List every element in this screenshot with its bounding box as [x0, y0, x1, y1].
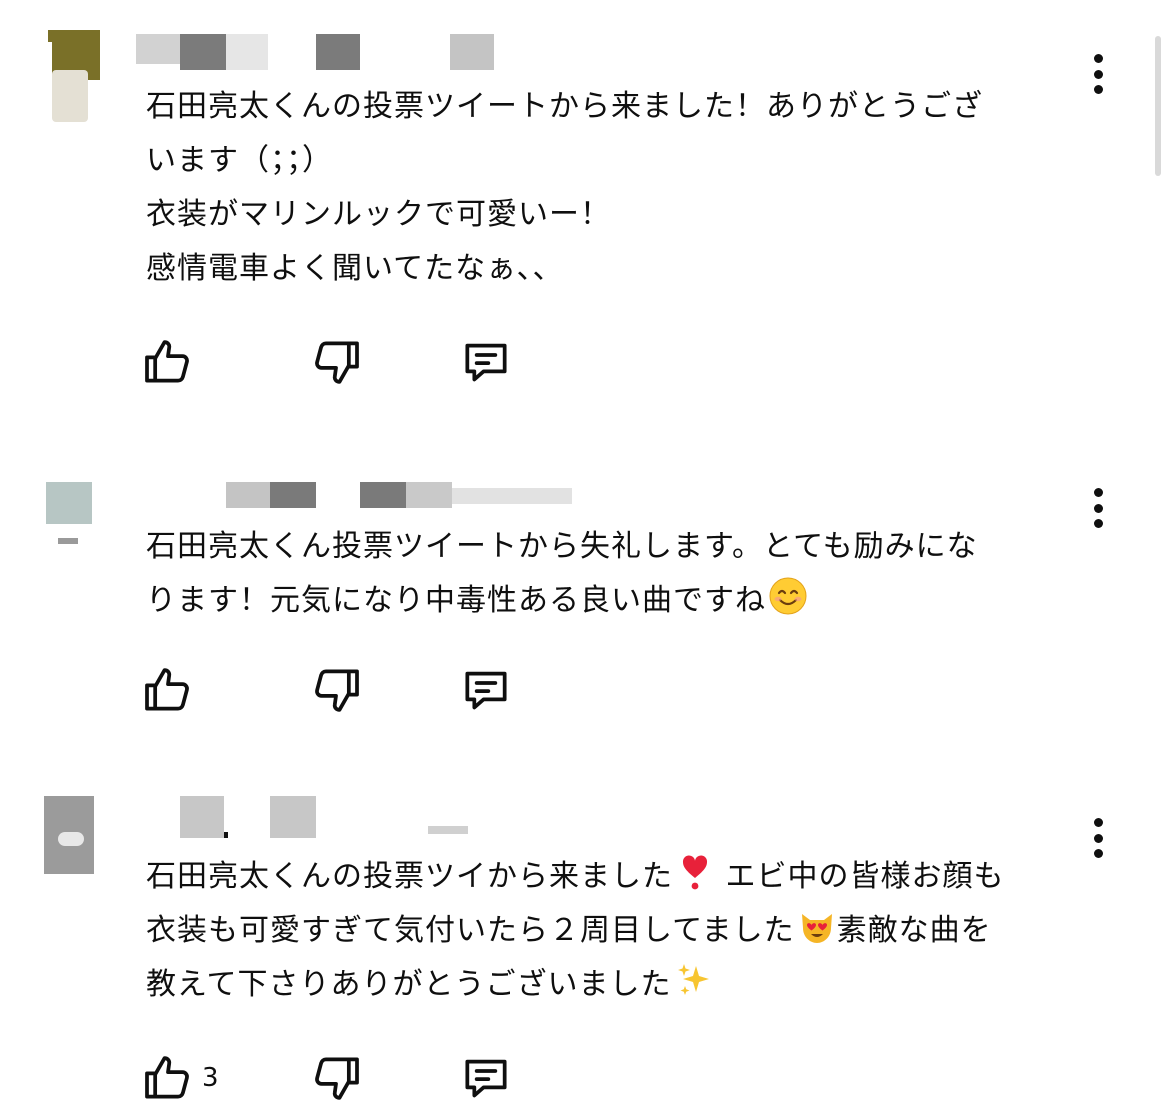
sparkles-emoji [677, 964, 709, 995]
heart-eyes-cat-emoji [801, 914, 832, 943]
comment-text: 石田亮太くんの投票ツイートから来ました！ありがとうござ います（；；） 衣装がマ… [146, 89, 983, 286]
reply-button[interactable] [458, 1050, 514, 1106]
more-vert-icon[interactable] [1080, 48, 1116, 100]
smiling-face-emoji [769, 577, 807, 615]
dislike-button[interactable] [308, 334, 364, 390]
avatar[interactable] [38, 796, 100, 888]
reply-comment-icon [465, 671, 507, 710]
thumbs-down-icon [315, 669, 359, 712]
thumbs-up-icon [145, 1056, 189, 1099]
avatar[interactable] [38, 30, 100, 122]
comment-text-segment: 教えて下さりありがとうございました [146, 967, 672, 1002]
comment-text-segment: 素敵な曲を [836, 913, 992, 948]
thumbs-down-icon [315, 341, 359, 384]
comment-actions: 3 [140, 1050, 540, 1110]
dislike-button[interactable] [308, 1050, 364, 1106]
comments-panel: 石田亮太くんの投票ツイートから来ました！ありがとうござ います（；；） 衣装がマ… [0, 0, 1169, 1111]
commenter-name-redacted[interactable] [136, 796, 656, 838]
commenter-name-redacted[interactable] [136, 478, 656, 518]
comment-text-segment: エビ中の皆様お顔も [725, 859, 1005, 894]
heart-exclamation-emoji [682, 855, 708, 890]
avatar[interactable] [38, 478, 100, 570]
like-button[interactable] [140, 334, 196, 390]
like-button[interactable] [140, 662, 196, 718]
reply-comment-icon [465, 343, 507, 382]
reply-button[interactable] [458, 662, 514, 718]
thumbs-up-icon [145, 668, 189, 711]
like-count: 3 [202, 1063, 219, 1093]
like-button[interactable]: 3 [140, 1050, 219, 1106]
reply-comment-icon [465, 1059, 507, 1098]
comment-text: 石田亮太くん投票ツイートから失礼します。とても励みにな ります！元気になり中毒性… [146, 520, 1076, 628]
comment-actions [140, 662, 540, 722]
dislike-button[interactable] [308, 662, 364, 718]
scrollbar[interactable] [1155, 36, 1161, 176]
more-vert-icon[interactable] [1080, 812, 1116, 864]
comment-text: 石田亮太くんの投票ツイから来ました エビ中の皆様お顔も 衣装も可愛すぎて気付いた… [146, 850, 1076, 1012]
thumbs-down-icon [315, 1057, 359, 1100]
comment-text-content: 石田亮太くん投票ツイートから失礼します。とても励みにな ります！元気になり中毒性… [146, 529, 978, 618]
more-vert-icon[interactable] [1080, 482, 1116, 534]
thumbs-up-icon [145, 340, 189, 383]
comment-text-segment: 石田亮太くんの投票ツイから来ました [146, 859, 673, 894]
comment-actions [140, 334, 540, 394]
comment-text-segment: 衣装も可愛すぎて気付いたら２周目してました [146, 913, 795, 948]
commenter-name-redacted[interactable] [136, 32, 656, 72]
reply-button[interactable] [458, 334, 514, 390]
